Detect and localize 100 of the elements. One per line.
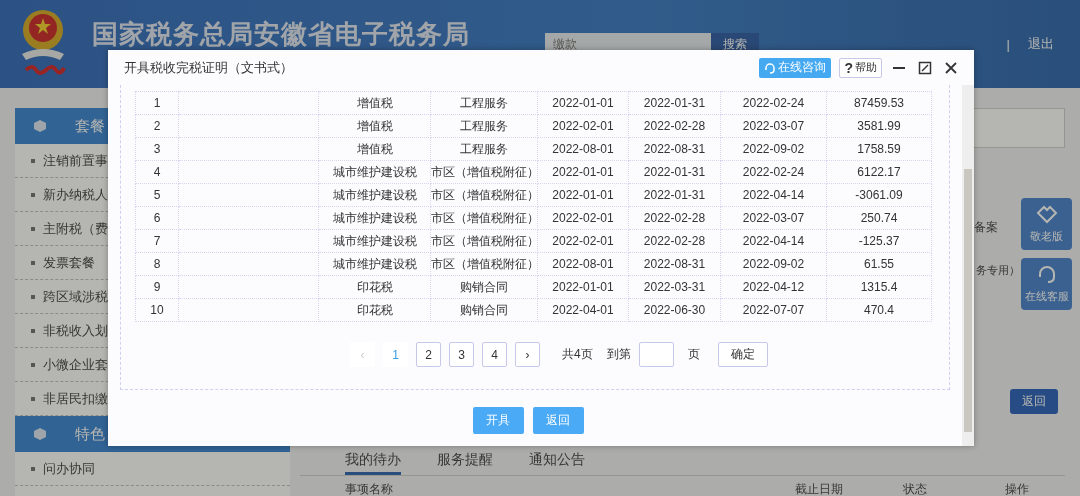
- table-cell: 购销合同: [430, 275, 538, 299]
- row-number: 8: [135, 252, 179, 276]
- table-cell: 2022-01-01: [537, 160, 629, 184]
- item-text: 务专用）: [976, 263, 1020, 278]
- table-cell: 3581.99: [826, 114, 932, 138]
- page-unit: 页: [687, 346, 700, 363]
- row-number: 9: [135, 275, 179, 299]
- table-cell: 2022-01-01: [537, 91, 629, 115]
- column-header: 事项名称: [345, 481, 394, 496]
- column-header: 操作: [1005, 481, 1030, 496]
- table-cell: 增值税: [318, 114, 431, 138]
- table-cell: 2022-02-01: [537, 229, 629, 253]
- sidebar-item[interactable]: 小微企业套: [43, 355, 108, 374]
- table-cell: 2022-08-01: [537, 137, 629, 161]
- confirm-button[interactable]: 确定: [717, 342, 768, 367]
- tab[interactable]: 通知公告: [529, 449, 585, 475]
- tab[interactable]: 我的待办: [345, 449, 401, 475]
- table-cell: 61.55: [826, 252, 932, 276]
- table-cell: 2022-02-28: [628, 206, 721, 230]
- table-cell: 2022-02-28: [628, 229, 721, 253]
- sidebar-item[interactable]: 跨区域涉税: [43, 287, 108, 306]
- elder-mode-button[interactable]: 敬老版: [1021, 198, 1072, 250]
- row-number: 4: [135, 160, 179, 184]
- table-cell: 2022-04-14: [720, 229, 827, 253]
- table-cell: 城市维护建设税: [318, 252, 431, 276]
- table-cell: 印花税: [318, 275, 431, 299]
- page-input[interactable]: [638, 342, 674, 367]
- help-button[interactable]: ?帮助: [839, 57, 882, 78]
- table-cell: 2022-04-12: [720, 275, 827, 299]
- bullet-icon: [31, 396, 35, 401]
- table-cell: -125.37: [826, 229, 932, 253]
- table-cell: 1315.4: [826, 275, 932, 299]
- table-cell: 2022-08-31: [628, 252, 721, 276]
- table-cell: 2022-01-01: [537, 275, 629, 299]
- page-button[interactable]: 2: [416, 342, 441, 367]
- table-cell: 2022-02-01: [537, 206, 629, 230]
- table-cell: 增值税: [318, 91, 431, 115]
- table-cell: 城市维护建设税: [318, 183, 431, 207]
- table-cell: 2022-01-31: [628, 91, 721, 115]
- row-number: 1: [135, 91, 179, 115]
- logout-link[interactable]: 退出: [1028, 35, 1054, 53]
- back-button[interactable]: 返回: [1010, 389, 1058, 414]
- table-cell: 工程服务: [430, 114, 538, 138]
- table-cell: 6122.17: [826, 160, 932, 184]
- table-cell: 市区（增值税附征）: [430, 206, 538, 230]
- header-divider: |: [1006, 36, 1010, 52]
- maximize-icon: [918, 60, 932, 75]
- table-cell: 2022-02-24: [720, 91, 827, 115]
- row-number: 10: [135, 298, 179, 322]
- table-cell: 购销合同: [430, 298, 538, 322]
- next-page-button[interactable]: ›: [515, 342, 540, 367]
- table-cell: 250.74: [826, 206, 932, 230]
- row-number: 6: [135, 206, 179, 230]
- scrollbar[interactable]: [962, 85, 974, 446]
- table-cell: 城市维护建设税: [318, 206, 431, 230]
- page-button[interactable]: 4: [482, 342, 507, 367]
- table-cell: 2022-02-24: [720, 160, 827, 184]
- sidebar-item[interactable]: 非税收入划: [43, 321, 108, 340]
- bullet-icon: [31, 294, 35, 299]
- table-cell: 2022-06-30: [628, 298, 721, 322]
- bullet-icon: [31, 362, 35, 367]
- bullet-icon: [31, 328, 35, 333]
- bullet-icon: [31, 466, 35, 471]
- table-cell: 2022-03-07: [720, 206, 827, 230]
- table-cell: 2022-08-01: [537, 252, 629, 276]
- sidebar-item[interactable]: 新办纳税人: [43, 185, 108, 204]
- table-cell: 城市维护建设税: [318, 160, 431, 184]
- table-cell: 工程服务: [430, 91, 538, 115]
- section-title: 特色: [75, 424, 105, 444]
- section-title: 套餐: [75, 116, 105, 136]
- table-cell: 2022-09-02: [720, 252, 827, 276]
- minimize-icon: [893, 66, 905, 69]
- table-cell: 市区（增值税附征）: [430, 252, 538, 276]
- page-button[interactable]: 3: [449, 342, 474, 367]
- sidebar-item[interactable]: 主附税（费: [43, 219, 108, 238]
- sidebar-item[interactable]: 问办协同: [43, 459, 95, 478]
- table-cell: 2022-01-01: [537, 183, 629, 207]
- headset-icon: [1036, 264, 1057, 285]
- column-header: 状态: [903, 481, 928, 496]
- table-cell: 市区（增值税附征）: [430, 229, 538, 253]
- table-cell: 1758.59: [826, 137, 932, 161]
- goto-label: 到第: [606, 346, 631, 363]
- row-number: 5: [135, 183, 179, 207]
- table-cell: 城市维护建设税: [318, 229, 431, 253]
- sidebar-item[interactable]: 发票套餐: [43, 253, 95, 272]
- table-cell: 2022-02-28: [628, 114, 721, 138]
- sidebar-item[interactable]: 非居民扣缴: [43, 389, 108, 408]
- cube-icon: [33, 427, 47, 441]
- tab[interactable]: 服务提醒: [437, 449, 493, 475]
- sidebar-item[interactable]: 注销前置事: [43, 151, 108, 170]
- table-cell: 2022-01-31: [628, 183, 721, 207]
- dialog-title: 开具税收完税证明（文书式）: [124, 58, 293, 77]
- table-cell: 2022-02-01: [537, 114, 629, 138]
- column-header: 截止日期: [795, 481, 844, 496]
- service-button[interactable]: 在线客服: [1021, 258, 1072, 310]
- table-cell: 2022-04-14: [720, 183, 827, 207]
- site-title: 国家税务总局安徽省电子税务局: [92, 17, 470, 51]
- table-cell: 2022-01-31: [628, 160, 721, 184]
- table-cell: 市区（增值税附征）: [430, 160, 538, 184]
- table-cell: 2022-03-07: [720, 114, 827, 138]
